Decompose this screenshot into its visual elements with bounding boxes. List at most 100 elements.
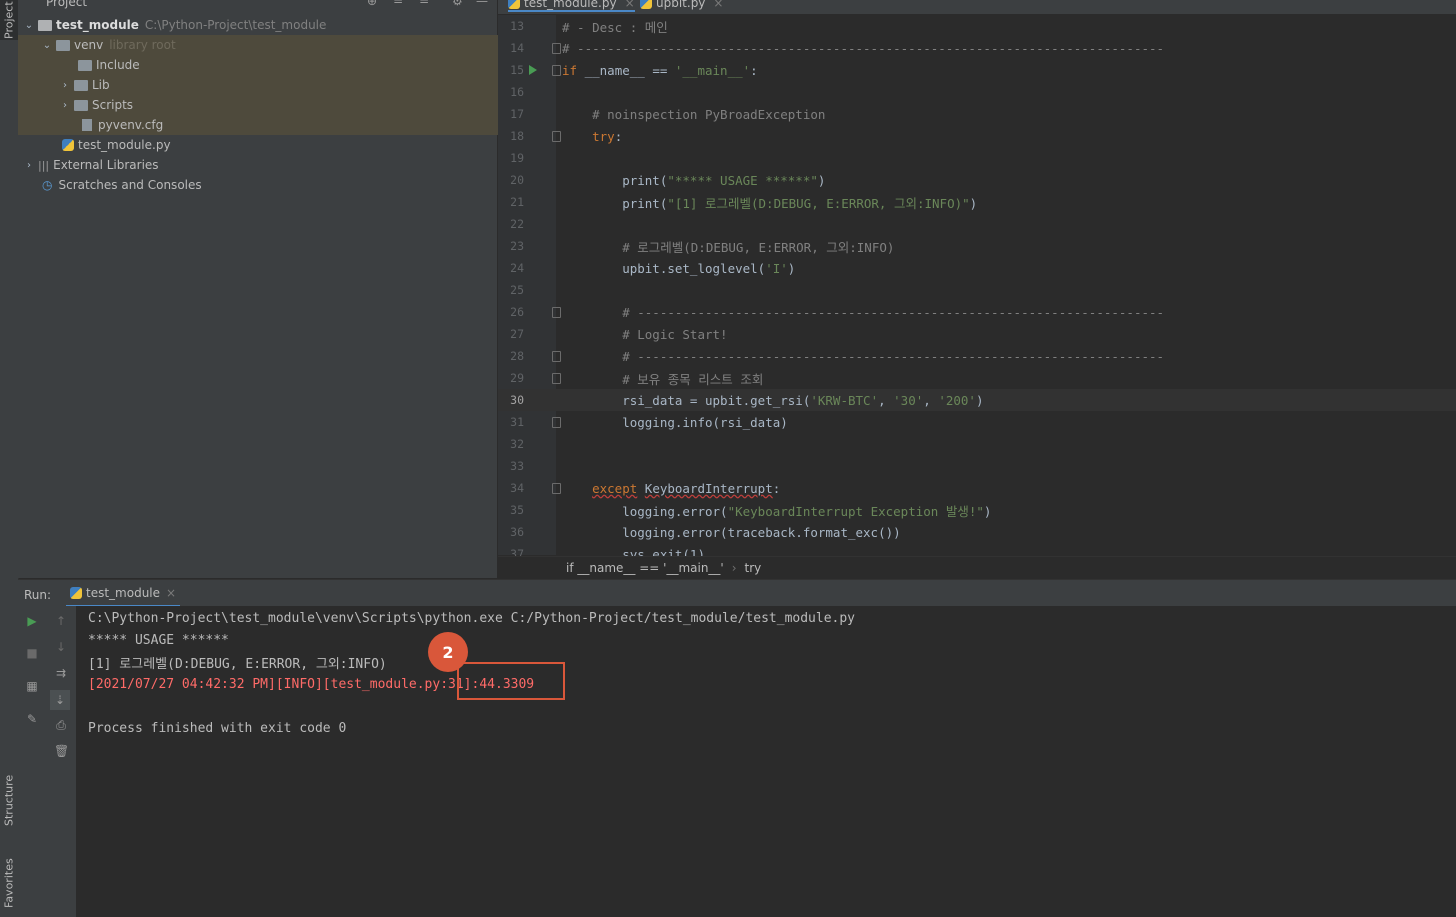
console-output[interactable]: C:\Python-Project\test_module\venv\Scrip… [76,606,1456,917]
tab-test-module-py[interactable]: test_module.py × [508,0,635,12]
fold-marker-icon[interactable] [552,350,561,362]
code-line[interactable]: 15 if __name__ == '__main__': [498,59,1456,81]
code-line[interactable]: 27 # Logic Start! [498,323,1456,345]
line-number: 22 [510,217,524,231]
project-panel-title[interactable]: Project [46,0,87,9]
fold-marker-icon[interactable] [552,372,561,384]
code-text: logging.error("KeyboardInterrupt Excepti… [562,503,992,519]
arrow-down-icon[interactable]: ↓ [54,640,68,654]
fold-marker-icon[interactable] [552,306,561,318]
print-icon[interactable]: ⎙ [54,718,68,732]
line-number: 21 [510,195,524,209]
scroll-to-end-icon[interactable]: ⇣ [50,690,70,710]
locate-icon[interactable]: ⊕ [367,0,377,8]
code-line[interactable]: 24 upbit.set_loglevel('I') [498,257,1456,279]
breadcrumb-item[interactable]: if __name__ == '__main__' [566,561,724,575]
expand-all-icon[interactable]: ≚ [393,0,403,8]
code-line[interactable]: 22 [498,213,1456,235]
project-tool-tab[interactable]: Project [0,0,18,40]
highlight-box [457,662,565,700]
tree-item-test-module-py[interactable]: test_module.py [18,135,541,155]
layout-icon[interactable]: ▦ [25,679,39,693]
rerun-icon[interactable]: ▶ [25,614,39,628]
code-line[interactable]: 26 # -----------------------------------… [498,301,1456,323]
tree-item-lib[interactable]: › Lib [18,75,539,95]
console-line: [1] 로그레벨(D:DEBUG, E:ERROR, 그외:INFO) [88,656,387,672]
tab-upbit-py[interactable]: upbit.py × [640,0,723,10]
console-line: ***** USAGE ****** [88,632,229,648]
code-line[interactable]: 16 [498,81,1456,103]
code-line[interactable]: 25 [498,279,1456,301]
chevron-right-icon[interactable]: › [60,80,70,91]
soft-wrap-icon[interactable]: ⇉ [54,666,68,680]
code-line[interactable]: 30 rsi_data = upbit.get_rsi('KRW-BTC', '… [498,389,1456,411]
code-text: rsi_data = upbit.get_rsi('KRW-BTC', '30'… [562,392,984,408]
line-number: 14 [510,41,524,55]
line-number: 30 [510,393,524,407]
run-toolbar: ▶ ■ ▦ ✎ [18,606,47,917]
tree-item-scripts[interactable]: › Scripts [18,95,539,115]
tree-item-venv[interactable]: ⌄ venv library root [18,35,521,55]
code-line[interactable]: 28 # -----------------------------------… [498,345,1456,367]
code-line[interactable]: 34 except KeyboardInterrupt: [498,477,1456,499]
chevron-down-icon[interactable]: ⌄ [24,20,34,31]
fold-marker-icon[interactable] [552,482,561,494]
code-line[interactable]: 21 print("[1] 로그레벨(D:DEBUG, E:ERROR, 그외:… [498,191,1456,213]
code-text: print("[1] 로그레벨(D:DEBUG, E:ERROR, 그외:INF… [562,195,978,211]
console-line: C:\Python-Project\test_module\venv\Scrip… [88,610,856,626]
run-tab-test-module[interactable]: test_module × [66,580,181,607]
code-line[interactable]: 18 try: [498,125,1456,147]
tree-item-test-module[interactable]: ⌄ test_module C:\Python-Project\test_mod… [18,15,503,35]
tree-item-scratches[interactable]: ◷ Scratches and Consoles [18,175,521,195]
close-icon[interactable]: × [166,586,176,600]
code-line[interactable]: 20 print("***** USAGE ******") [498,169,1456,191]
hide-icon[interactable]: — [476,0,488,8]
close-icon[interactable]: × [625,0,635,10]
tree-item-label: External Libraries [53,158,159,172]
close-icon[interactable]: × [713,0,723,10]
python-file-icon [62,139,74,151]
code-line[interactable]: 36 logging.error(traceback.format_exc()) [498,521,1456,543]
favorites-tool-tab[interactable]: Favorites [0,850,18,917]
code-editor: test_module.py × upbit.py × 13 # - Desc :… [498,0,1456,579]
code-line[interactable]: 23 # 로그레벨(D:DEBUG, E:ERROR, 그외:INFO) [498,235,1456,257]
code-line[interactable]: 14 # ------------------------------------… [498,37,1456,59]
stop-icon[interactable]: ■ [25,646,39,660]
chevron-right-icon[interactable]: › [60,100,70,111]
trash-icon[interactable]: 🗑 [54,744,69,758]
code-line[interactable]: 29 # 보유 종목 리스트 조회 [498,367,1456,389]
run-gutter-icon[interactable] [529,65,537,75]
code-text: # --------------------------------------… [562,40,1165,56]
tree-item-include[interactable]: Include [18,55,557,75]
gear-icon[interactable]: ⚙ [452,0,463,8]
fold-marker-icon[interactable] [552,42,561,54]
fold-marker-icon[interactable] [552,130,561,142]
tree-item-label: venv [74,38,104,52]
code-line[interactable]: 35 logging.error("KeyboardInterrupt Exce… [498,499,1456,521]
code-line[interactable]: 17 # noinspection PyBroadException [498,103,1456,125]
code-line[interactable]: 33 [498,455,1456,477]
breadcrumb-item[interactable]: try [745,561,762,575]
tree-item-label: test_module [56,18,139,32]
chevron-down-icon[interactable]: ⌄ [42,40,52,51]
line-number: 28 [510,349,524,363]
tree-item-label: test_module.py [78,138,171,152]
fold-marker-icon[interactable] [552,416,561,428]
code-line[interactable]: 31 logging.info(rsi_data) [498,411,1456,433]
tree-item-external-libraries[interactable]: › ||| External Libraries [18,155,503,175]
line-number: 23 [510,239,524,253]
arrow-up-icon[interactable]: ↑ [54,614,68,628]
tree-item-pyvenv-cfg[interactable]: pyvenv.cfg [18,115,559,135]
collapse-all-icon[interactable]: ≙ [419,0,429,8]
pin-icon[interactable]: ✎ [25,712,39,726]
chevron-right-icon[interactable]: › [24,160,34,171]
code-text: # 로그레벨(D:DEBUG, E:ERROR, 그외:INFO) [562,239,895,255]
code-line[interactable]: 13 # - Desc : 메인 [498,15,1456,37]
fold-marker-icon[interactable] [552,64,561,76]
project-panel-header: Project ⊕ ≚ ≙ ⚙ — [18,0,497,10]
code-line[interactable]: 32 [498,433,1456,455]
tree-item-label: Include [96,58,140,72]
python-file-icon [640,0,652,9]
structure-tool-tab[interactable]: Structure [0,765,18,835]
code-line[interactable]: 19 [498,147,1456,169]
